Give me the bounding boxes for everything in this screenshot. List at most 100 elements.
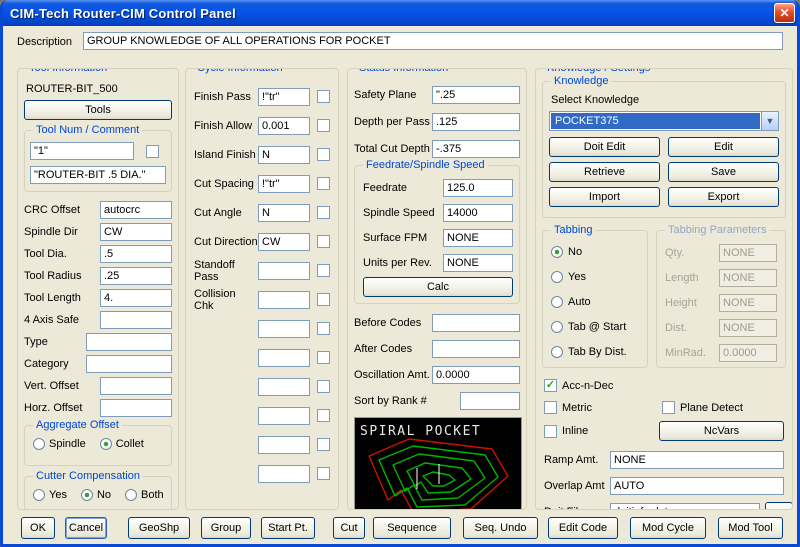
cut-direction-input[interactable] [258, 232, 310, 251]
close-button[interactable]: ✕ [774, 3, 795, 23]
cut-angle-checkbox[interactable] [317, 206, 330, 219]
cycle-extra-checkbox[interactable] [317, 467, 330, 480]
tab-by-dist-radio[interactable] [551, 345, 563, 358]
tool-num-input[interactable] [30, 142, 134, 160]
group-button[interactable]: Group [201, 517, 251, 539]
horz-offset-input[interactable] [100, 399, 172, 417]
metric-checkbox[interactable] [544, 401, 557, 414]
finish-allow-input[interactable] [258, 116, 310, 135]
title-bar: CIM-Tech Router-CIM Control Panel ✕ [3, 0, 797, 26]
ncvars-button[interactable]: NcVars [659, 421, 784, 441]
type-input[interactable] [86, 333, 172, 351]
tabbing-auto-radio[interactable] [551, 295, 563, 308]
inline-checkbox[interactable] [544, 424, 557, 438]
geoshp-button[interactable]: GeoShp [128, 517, 190, 539]
standoff-pass-checkbox[interactable] [317, 264, 330, 277]
feedrate-input[interactable] [443, 178, 513, 197]
cut-spacing-input[interactable] [258, 174, 310, 193]
ok-button[interactable]: OK [21, 517, 55, 539]
vert-offset-input[interactable] [100, 377, 172, 395]
cc-yes-radio[interactable] [33, 489, 45, 501]
ramp-amt-input[interactable] [610, 451, 784, 469]
start-pt-button[interactable]: Start Pt. [261, 517, 315, 539]
sequence-button[interactable]: Sequence [373, 517, 451, 539]
tabbing-yes-radio[interactable] [551, 270, 563, 283]
doit-file-input[interactable] [610, 503, 760, 509]
cycle-extra-checkbox[interactable] [317, 351, 330, 364]
finish-allow-checkbox[interactable] [317, 119, 330, 132]
cycle-extra-input[interactable] [258, 464, 310, 483]
category-input[interactable] [86, 355, 172, 373]
cycle-extra-checkbox[interactable] [317, 438, 330, 451]
tool-radius-input[interactable] [100, 267, 172, 285]
crc-offset-input[interactable] [100, 201, 172, 219]
spindle-dir-input[interactable] [100, 223, 172, 241]
cc-no-radio[interactable] [80, 489, 93, 501]
surface-fpm-input[interactable] [443, 228, 513, 247]
cut-direction-checkbox[interactable] [317, 235, 330, 248]
sort-by-rank-input[interactable] [460, 391, 520, 410]
oscillation-amt-input[interactable] [432, 365, 520, 384]
collision-chk-checkbox[interactable] [317, 293, 330, 306]
units-per-rev-input[interactable] [443, 253, 513, 272]
collet-radio[interactable] [99, 438, 112, 450]
dist-input [719, 318, 777, 337]
knowledge-dropdown[interactable]: POCKET375 ▼ [549, 111, 779, 131]
cut-spacing-checkbox[interactable] [317, 177, 330, 190]
island-finish-checkbox[interactable] [317, 148, 330, 161]
save-button[interactable]: Save [668, 162, 779, 182]
cycle-extra-input[interactable] [258, 319, 310, 338]
tool-num-checkbox[interactable] [146, 144, 159, 158]
island-finish-input[interactable] [258, 145, 310, 164]
chevron-down-icon[interactable]: ▼ [761, 112, 778, 130]
tool-comment-input[interactable] [30, 166, 166, 184]
depth-per-pass-input[interactable] [432, 112, 520, 131]
plane-detect-checkbox[interactable] [662, 401, 675, 414]
axis-safe-input[interactable] [100, 311, 172, 329]
cut-button[interactable]: Cut [333, 517, 365, 539]
doit-edit-button[interactable]: Doit Edit [549, 137, 660, 157]
spindle-speed-input[interactable] [443, 203, 513, 222]
finish-pass-input[interactable] [258, 87, 310, 106]
ramp-amt-label: Ramp Amt. [544, 454, 599, 466]
spindle-radio[interactable] [33, 438, 45, 450]
edit-button[interactable]: Edit [668, 137, 779, 157]
mod-tool-button[interactable]: Mod Tool [718, 517, 783, 539]
sort-by-rank-label: Sort by Rank # [354, 394, 427, 407]
edit-code-button[interactable]: Edit Code [548, 517, 618, 539]
standoff-pass-input[interactable] [258, 261, 310, 280]
cc-both-radio[interactable] [125, 489, 138, 501]
cancel-button[interactable]: Cancel [65, 517, 107, 539]
finish-pass-checkbox[interactable] [317, 90, 330, 103]
seq-undo-button[interactable]: Seq. Undo [463, 517, 538, 539]
tools-button[interactable]: Tools [24, 100, 172, 120]
browse-button[interactable]: ... [765, 502, 792, 509]
mod-cycle-button[interactable]: Mod Cycle [630, 517, 706, 539]
crc-offset-label: CRC Offset [24, 204, 81, 216]
cycle-extra-checkbox[interactable] [317, 380, 330, 393]
before-codes-input[interactable] [432, 313, 520, 332]
calc-button[interactable]: Calc [363, 277, 513, 297]
retrieve-button[interactable]: Retrieve [549, 162, 660, 182]
collision-chk-input[interactable] [258, 290, 310, 309]
cycle-extra-input[interactable] [258, 406, 310, 425]
after-codes-input[interactable] [432, 339, 520, 358]
height-label: Height [665, 296, 697, 309]
description-input[interactable] [83, 32, 783, 50]
cycle-extra-checkbox[interactable] [317, 409, 330, 422]
export-button[interactable]: Export [668, 187, 779, 207]
cycle-extra-input[interactable] [258, 435, 310, 454]
overlap-amt-input[interactable] [610, 477, 784, 495]
safety-plane-input[interactable] [432, 85, 520, 104]
cycle-extra-input[interactable] [258, 348, 310, 367]
acc-n-dec-checkbox[interactable] [544, 379, 557, 392]
tabbing-no-radio[interactable] [551, 245, 563, 258]
tab-at-start-radio[interactable] [551, 320, 563, 333]
cycle-extra-input[interactable] [258, 377, 310, 396]
import-button[interactable]: Import [549, 187, 660, 207]
cycle-extra-checkbox[interactable] [317, 322, 330, 335]
tool-length-input[interactable] [100, 289, 172, 307]
total-cut-depth-input[interactable] [432, 139, 520, 158]
cut-angle-input[interactable] [258, 203, 310, 222]
tool-dia-input[interactable] [100, 245, 172, 263]
